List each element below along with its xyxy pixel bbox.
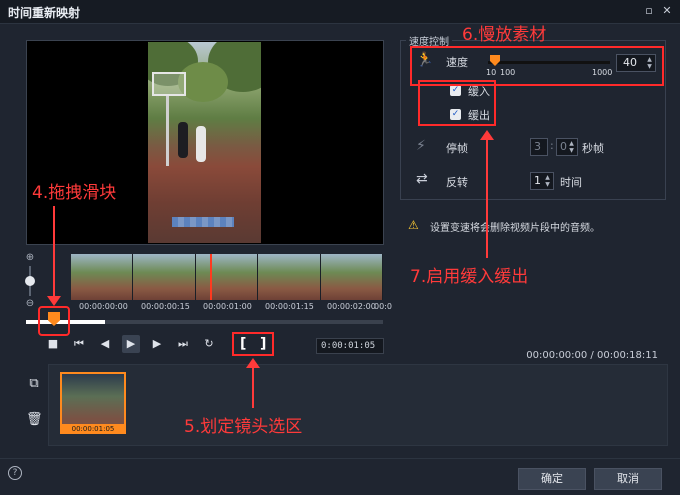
next-frame-icon[interactable]: ▶ [148,335,166,353]
repeat-icon[interactable]: ↻ [200,335,218,353]
clip-thumbnail[interactable] [60,372,126,432]
annotation-6: 6.慢放素材 [462,25,547,45]
filmstrip[interactable] [71,254,383,300]
freeze-unit-label: 秒帧 [582,142,604,155]
annotation-box-handle [38,306,70,336]
timecode-label: 00:00:00:00 [79,302,128,311]
spin-arrows-icon[interactable]: ▲ ▼ [543,174,552,188]
cancel-button[interactable]: 取消 [594,468,662,490]
reverse-times-input[interactable]: 1 ▲ ▼ [530,172,554,190]
freeze-label: 停帧 [446,142,468,155]
warning-message: 设置变速将会删除视频片段中的音频。 [430,223,600,234]
position-display: 00:00:00:00 / 00:00:18:11 [526,350,658,361]
zoom-in-icon[interactable]: ⊕ [24,252,36,263]
filmstrip-frame [195,254,258,300]
stop-icon[interactable]: ■ [44,335,62,353]
previous-frame-icon[interactable]: ◀ [96,335,114,353]
annotation-box-ease [418,80,496,126]
filmstrip-frame [320,254,383,300]
timecode-input[interactable]: 0:00:01:05 [316,338,384,354]
playback-controls: ■ ⏮ ◀ ▶ ▶ ⏭ ↻ [44,334,218,354]
go-to-start-icon[interactable]: ⏮ [70,335,88,353]
ok-button[interactable]: 确定 [518,468,586,490]
reverse-unit-label: 时间 [560,176,582,189]
basketball-hoop [152,72,186,96]
blurred-caption [172,217,234,227]
reverse-icon: ⇄ [416,171,428,187]
freeze-seconds-input[interactable]: 3 [530,138,548,156]
filmstrip-frame [71,254,133,300]
scrubber-bar[interactable] [26,320,383,324]
annotation-7: 7.启用缓入缓出 [410,267,529,287]
reverse-label: 反转 [446,176,468,189]
freeze-frames-input[interactable]: 0 ▲ ▼ [556,138,578,156]
help-icon[interactable]: ? [8,466,22,480]
play-icon[interactable]: ▶ [122,335,140,353]
timecode-label: 00:00:01:00 [203,302,252,311]
annotation-arrow-7 [486,140,488,258]
warning-icon: ⚠ [408,218,419,232]
zoom-slider[interactable]: ⊕ ⊖ [24,252,36,310]
annotation-arrow-5 [252,368,254,408]
go-to-end-icon[interactable]: ⏭ [174,335,192,353]
add-clip-icon[interactable]: ⧉ [26,376,42,392]
mark-in-out-buttons[interactable]: [ ] [232,332,274,356]
timecode-ruler: 00:00:00:00 00:00:00:15 00:00:01:00 00:0… [71,302,392,314]
annotation-4: 4.拖拽滑块 [32,183,117,203]
zoom-out-icon[interactable]: ⊖ [24,298,36,309]
minimize-icon[interactable]: ▫ [642,4,656,18]
window-title: 时间重新映射 [8,6,81,20]
annotation-arrow-4 [53,206,55,302]
clip-timecode: 00:00:01:05 [60,424,126,434]
mark-in-icon[interactable]: [ [240,336,246,352]
timecode-label: 00:00:02:00 [327,302,376,311]
zoom-knob[interactable] [25,276,35,286]
freeze-frame-icon: ⚡ [416,138,426,154]
clip-track[interactable] [48,364,668,446]
timecode-label: 00:00:00:15 [141,302,190,311]
spin-arrows-icon[interactable]: ▲ ▼ [567,140,576,154]
video-frame [148,42,261,243]
close-icon[interactable]: ✕ [660,4,674,18]
mark-out-icon[interactable]: ] [260,336,266,352]
trash-icon[interactable]: 🗑 [26,412,43,428]
filmstrip-playhead[interactable] [210,254,212,300]
timecode-label: 00:0 [374,302,392,311]
title-bar: 时间重新映射 ▫ ✕ [0,0,680,24]
annotation-5: 5.划定镜头选区 [184,417,303,437]
timecode-label: 00:00:01:15 [265,302,314,311]
filmstrip-frame [133,254,195,300]
filmstrip-frame [258,254,320,300]
